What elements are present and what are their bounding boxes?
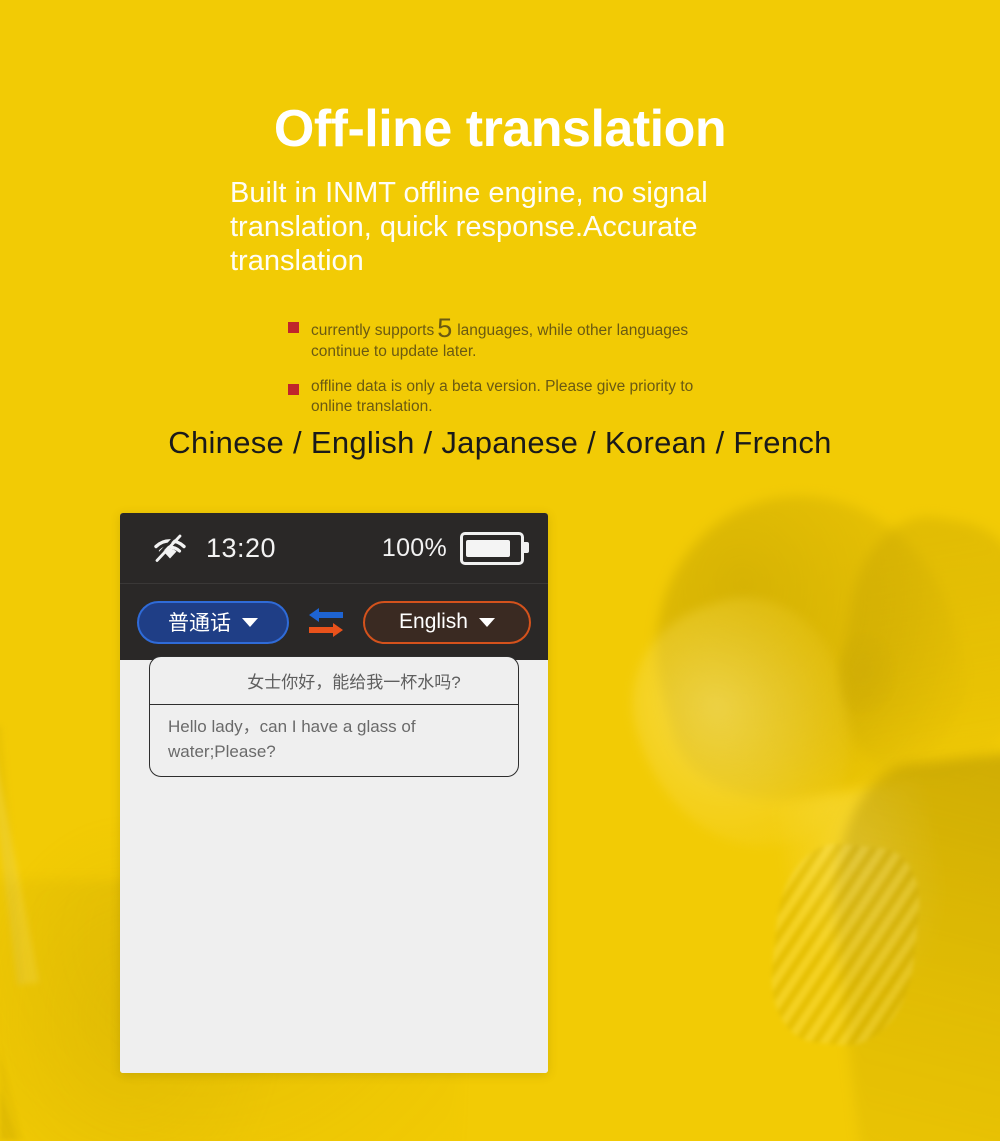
battery-percent-label: 100% xyxy=(381,533,447,562)
supported-languages-line: Chinese / English / Japanese / Korean / … xyxy=(168,425,832,460)
bullet-square-icon xyxy=(288,383,299,395)
chat-conversation-area: 女士你好，能给我一杯水吗? Hello lady，can I have a gl… xyxy=(120,656,548,1073)
bullet-highlight-number: 5 xyxy=(437,313,453,343)
source-language-label: 普通话 xyxy=(168,612,231,635)
figure-face xyxy=(606,573,884,877)
message-a-translation: Hello lady，can I have a glass of water;P… xyxy=(168,717,416,761)
target-language-selector[interactable]: English xyxy=(363,600,531,644)
status-bar: 13:20 100% xyxy=(120,513,548,583)
chevron-down-icon xyxy=(242,617,258,627)
bullet-text-before: currently supports xyxy=(311,322,435,339)
feature-bullet-list: currently supports 5 languages, while othe… xyxy=(288,315,708,432)
bullet-square-icon xyxy=(288,322,299,333)
status-bar-time: 13:20 xyxy=(206,532,277,563)
figure-hair xyxy=(623,463,987,827)
target-language-label: English xyxy=(399,610,468,633)
figure-scarf xyxy=(764,838,926,1052)
bullet-item-text: offline data is only a beta version. Ple… xyxy=(311,377,694,416)
hero-section: Off-line translation Built in INMT offli… xyxy=(0,0,1000,279)
bullet-item: offline data is only a beta version. Ple… xyxy=(288,377,708,418)
translator-device-screen: 13:20 100% 普通话 English 女士你好，能给我一杯水吗? Hel… xyxy=(120,513,548,1073)
bullet-item: currently supports 5 languages, while othe… xyxy=(288,315,708,363)
figure-neck xyxy=(774,778,956,992)
battery-full-icon xyxy=(460,531,529,565)
figure-ear xyxy=(838,635,894,713)
figure-hair-back xyxy=(823,505,1000,795)
source-language-selector[interactable]: 普通话 xyxy=(137,600,289,644)
battery-fill xyxy=(466,539,510,557)
message-a-original: 女士你好，能给我一杯水吗? xyxy=(150,657,518,705)
figure-uniform xyxy=(819,749,1000,1141)
chat-message-a[interactable]: 女士你好，能给我一杯水吗? Hello lady，can I have a gl… xyxy=(149,656,519,778)
page-subtitle: Built in INMT offline engine, no signal … xyxy=(230,177,708,277)
language-selector-bar: 普通话 English xyxy=(120,583,548,660)
wifi-off-icon xyxy=(150,532,190,564)
status-bar-right-group: 100% xyxy=(381,531,529,565)
page-title: Off-line translation xyxy=(273,100,727,158)
bullet-item-text: currently supports 5 languages, while othe… xyxy=(311,315,708,363)
chevron-down-icon xyxy=(478,617,495,627)
swap-arrows-icon[interactable] xyxy=(304,602,348,642)
